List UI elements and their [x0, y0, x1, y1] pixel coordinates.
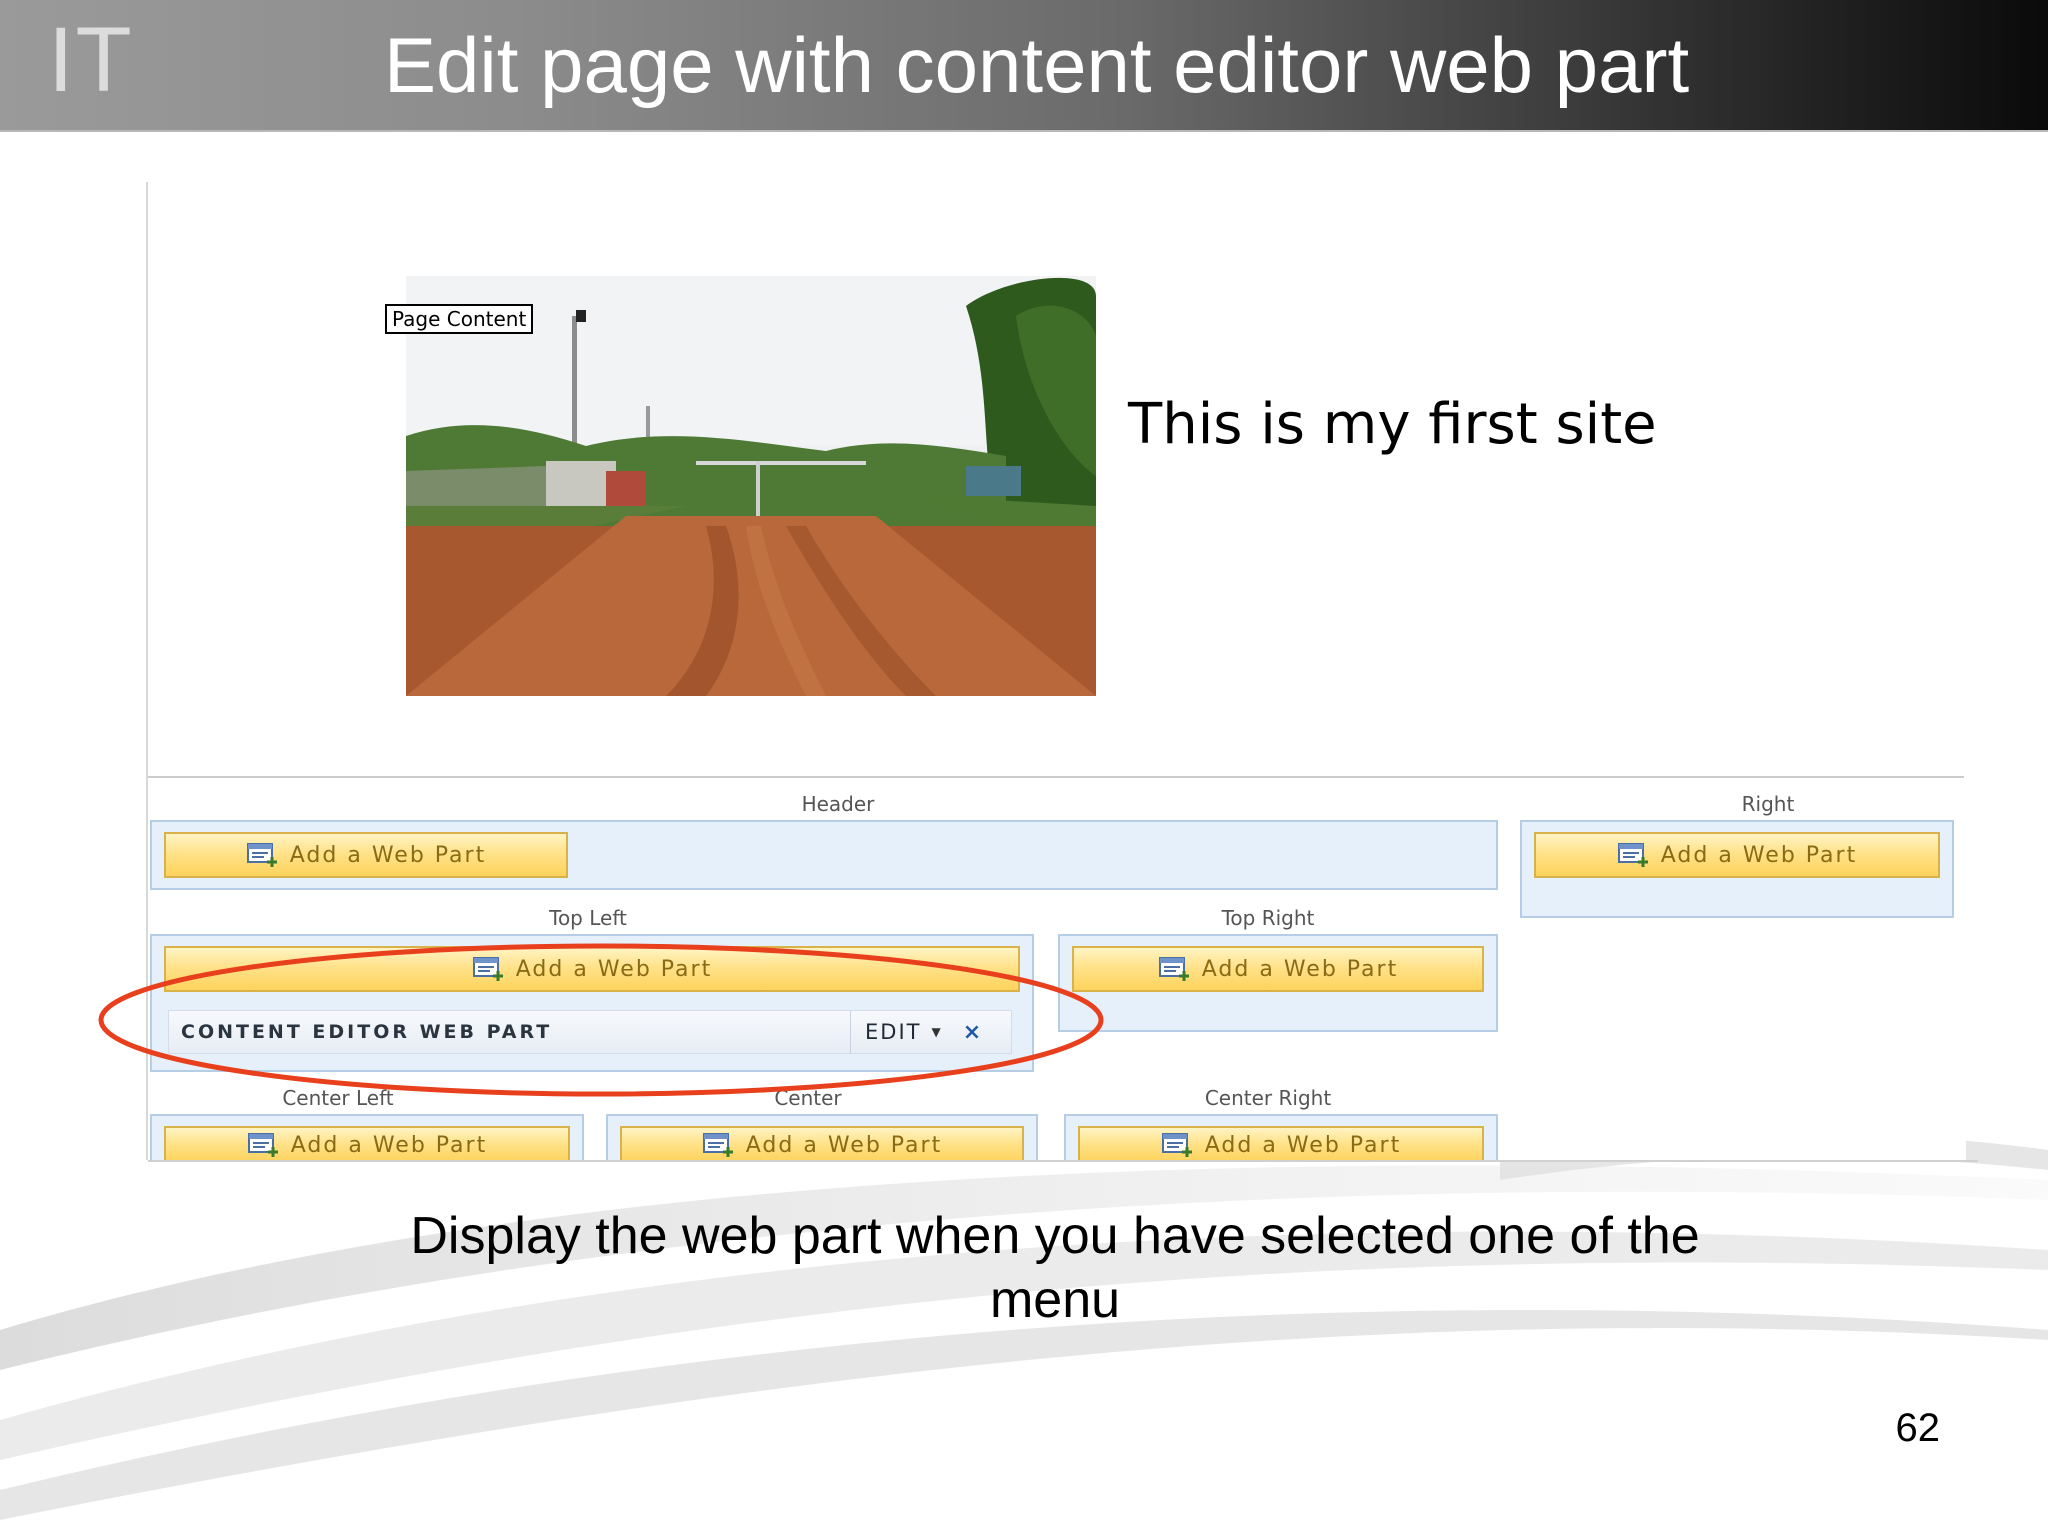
- zone-label-right: Right: [1741, 792, 1795, 816]
- zone-label-center: Center: [774, 1086, 842, 1110]
- zone-top-right: Add a Web Part: [1058, 934, 1498, 1032]
- web-part-add-icon: [472, 957, 503, 981]
- add-web-part-button-header[interactable]: Add a Web Part: [164, 832, 568, 878]
- page-content-area: Page Content This is my first site: [148, 182, 1964, 778]
- it-logo: IT: [48, 9, 134, 111]
- web-part-add-icon: [247, 1133, 278, 1157]
- caption-line-1: Display the web part when you have selec…: [410, 1207, 1700, 1265]
- zone-header: Add a Web Part: [150, 820, 1498, 890]
- chevron-down-icon: ▼: [931, 1025, 943, 1039]
- add-web-part-button-center[interactable]: Add a Web Part: [620, 1126, 1024, 1162]
- content-editor-web-part[interactable]: CONTENT EDITOR WEB PART EDIT ▼ ×: [168, 1010, 1012, 1054]
- add-web-part-label: Add a Web Part: [745, 1132, 943, 1158]
- add-web-part-label: Add a Web Part: [289, 842, 487, 868]
- edit-menu-button[interactable]: EDIT ▼: [865, 1020, 943, 1044]
- zone-top-left: Add a Web Part CONTENT EDITOR WEB PART E…: [150, 934, 1034, 1072]
- zone-label-center-right: Center Right: [1204, 1086, 1332, 1110]
- page-content-tag: Page Content: [385, 304, 534, 334]
- web-part-add-icon: [246, 843, 277, 867]
- add-web-part-button-right[interactable]: Add a Web Part: [1534, 832, 1940, 878]
- add-web-part-label: Add a Web Part: [1204, 1132, 1402, 1158]
- add-web-part-label: Add a Web Part: [1660, 842, 1858, 868]
- page-number: 62: [1895, 1406, 1941, 1450]
- slide-caption: Display the web part when you have selec…: [260, 1204, 1850, 1332]
- add-web-part-button-top-left[interactable]: Add a Web Part: [164, 946, 1020, 992]
- add-web-part-label: Add a Web Part: [515, 956, 713, 982]
- screenshot-bottom-edge: [148, 1160, 1978, 1162]
- add-web-part-button-center-right[interactable]: Add a Web Part: [1078, 1126, 1484, 1162]
- pin-icon: [576, 310, 586, 322]
- site-heading: This is my first site: [1128, 392, 1657, 457]
- add-web-part-button-top-right[interactable]: Add a Web Part: [1072, 946, 1484, 992]
- web-part-add-icon: [1161, 1133, 1192, 1157]
- close-icon[interactable]: ×: [963, 1020, 981, 1045]
- slide-title-bar: IT Edit page with content editor web par…: [0, 0, 2048, 132]
- add-web-part-label: Add a Web Part: [1201, 956, 1399, 982]
- zone-center-right: Add a Web Part: [1064, 1114, 1498, 1162]
- web-part-add-icon: [702, 1133, 733, 1157]
- web-part-toolbar: EDIT ▼ ×: [850, 1011, 1011, 1053]
- zone-right: Add a Web Part: [1520, 820, 1954, 918]
- caption-line-2: menu: [989, 1271, 1121, 1329]
- add-web-part-button-center-left[interactable]: Add a Web Part: [164, 1126, 570, 1162]
- web-part-add-icon: [1158, 957, 1189, 981]
- zone-label-header: Header: [801, 792, 875, 816]
- slide-title: Edit page with content editor web part: [384, 21, 1690, 109]
- zone-label-top-left: Top Left: [549, 906, 627, 930]
- web-part-title: CONTENT EDITOR WEB PART: [181, 1021, 553, 1043]
- sharepoint-edit-page: Page Content This is my first site Heade…: [146, 182, 1978, 1162]
- zone-center-left: Add a Web Part: [150, 1114, 584, 1162]
- zone-label-center-left: Center Left: [282, 1086, 394, 1110]
- zone-center: Add a Web Part: [606, 1114, 1038, 1162]
- add-web-part-label: Add a Web Part: [290, 1132, 488, 1158]
- web-part-add-icon: [1617, 843, 1648, 867]
- zone-label-top-right: Top Right: [1221, 906, 1315, 930]
- site-photo: [406, 276, 1096, 696]
- edit-menu-label: EDIT: [865, 1020, 922, 1044]
